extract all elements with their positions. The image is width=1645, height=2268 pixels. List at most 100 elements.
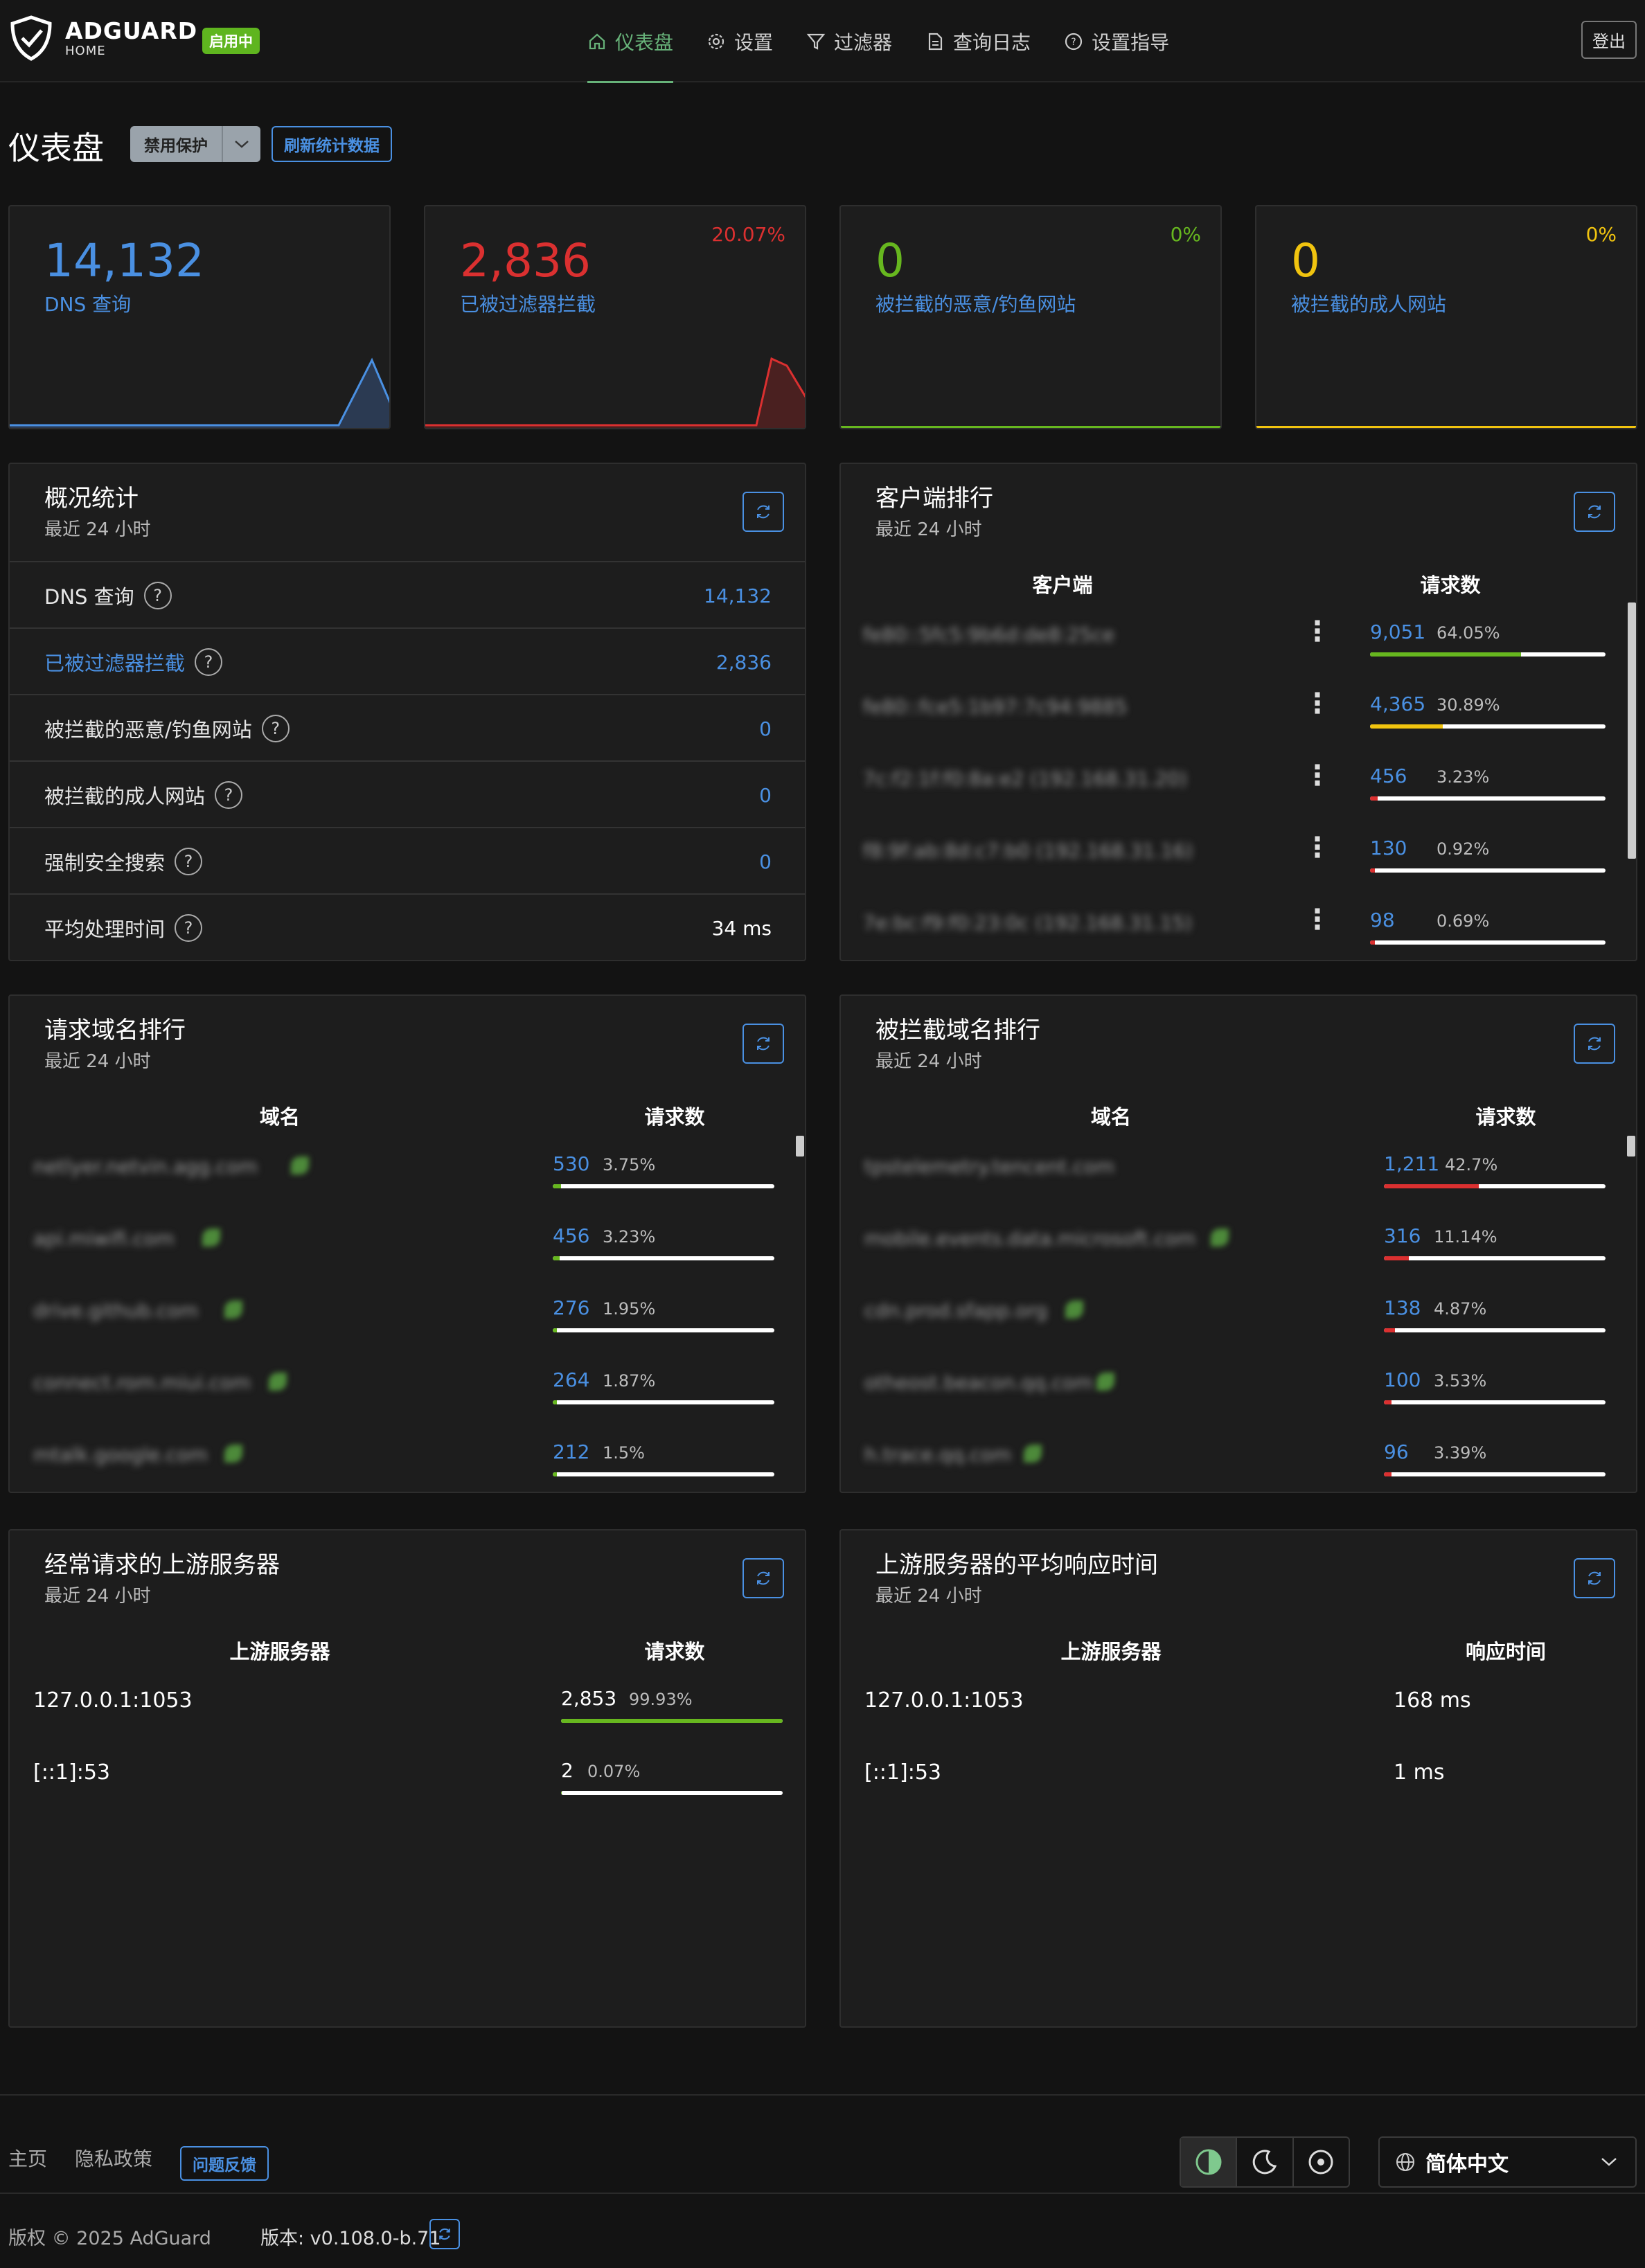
row-label: 平均处理时间? xyxy=(44,895,203,960)
domain-name[interactable]: mobile.events.data.microsoft.com xyxy=(864,1227,1195,1250)
theme-light-button[interactable] xyxy=(1294,2138,1349,2186)
more-options-icon[interactable]: ⋮ xyxy=(1304,762,1331,789)
domain-name[interactable]: otheost.beacon.qq.com xyxy=(864,1371,1093,1394)
help-icon[interactable]: ? xyxy=(195,648,223,676)
upstream-row: [::1]:53 2 0.07% xyxy=(10,1747,805,1819)
request-count: 9,051 xyxy=(1370,620,1426,643)
domain-name[interactable]: tpstelemetry.tencent.com xyxy=(864,1155,1114,1178)
nav-dashboard[interactable]: 仪表盘 xyxy=(587,0,674,83)
more-options-icon[interactable]: ⋮ xyxy=(1304,618,1331,645)
help-icon[interactable]: ? xyxy=(175,848,203,875)
refresh-button[interactable] xyxy=(1574,1024,1615,1064)
feedback-button[interactable]: 问题反馈 xyxy=(180,2146,269,2181)
upstream-address: [::1]:53 xyxy=(864,1760,941,1785)
moon-icon xyxy=(1252,2150,1277,2175)
refresh-button[interactable] xyxy=(1574,492,1615,532)
disable-protection-button[interactable]: 禁用保护 xyxy=(130,126,260,162)
domain-name[interactable]: api.miwifi.com xyxy=(33,1227,175,1250)
client-name[interactable]: fe80::fce5:1b97:7c94:9885 xyxy=(863,695,1128,718)
domain-row[interactable]: api.miwifi.com 456 3.23% xyxy=(10,1212,805,1284)
domain-row[interactable]: drive.github.com 276 1.95% xyxy=(10,1284,805,1356)
row-value: 14,132 xyxy=(704,584,772,607)
theme-auto-button[interactable] xyxy=(1181,2138,1238,2186)
more-options-icon[interactable]: ⋮ xyxy=(1304,834,1331,861)
usage-bar xyxy=(1384,1184,1606,1188)
refresh-button[interactable] xyxy=(743,1024,784,1064)
domain-row[interactable]: mobile.events.data.microsoft.com 316 11.14… xyxy=(841,1212,1636,1284)
footer-home-link[interactable]: 主页 xyxy=(8,2144,47,2172)
help-icon[interactable]: ? xyxy=(261,715,290,742)
request-count: 138 xyxy=(1384,1296,1421,1319)
domain-name[interactable]: mtalk.google.com xyxy=(33,1443,208,1466)
usage-bar xyxy=(553,1472,774,1476)
tracker-leaf-icon xyxy=(1024,1445,1042,1463)
request-percent: 0.69% xyxy=(1437,911,1490,931)
client-name[interactable]: 7c:f2:1f:f0:8a:e2 (192.168.31.20) xyxy=(863,767,1187,790)
disable-protection-label[interactable]: 禁用保护 xyxy=(130,126,223,162)
theme-dark-button[interactable] xyxy=(1237,2138,1294,2186)
client-name[interactable]: 7e:bc:f9:f0:23:0c (192.168.31.15) xyxy=(863,911,1192,934)
document-icon xyxy=(928,33,943,50)
logo-subtitle: HOME xyxy=(65,43,106,58)
disable-protection-dropdown[interactable] xyxy=(223,126,260,162)
nav-filters[interactable]: 过滤器 xyxy=(806,0,892,82)
request-percent: 0.92% xyxy=(1437,839,1490,859)
row-label[interactable]: 已被过滤器拦截? xyxy=(44,629,223,695)
sparkline-chart xyxy=(10,357,389,428)
row-value: 34 ms xyxy=(711,916,772,940)
row-label-text[interactable]: 已被过滤器拦截 xyxy=(44,648,185,677)
client-name[interactable]: f8:9f:ab:8d:c7:b0 (192.168.31.16) xyxy=(863,839,1193,862)
refresh-button[interactable] xyxy=(1574,1558,1615,1598)
client-row[interactable]: f8:9f:ab:8d:c7:b0 (192.168.31.16) ⋮ 130 0.9… xyxy=(841,824,1636,896)
contrast-icon xyxy=(1195,2149,1222,2175)
help-icon[interactable]: ? xyxy=(143,582,172,609)
domain-row[interactable]: h.trace.qq.com 96 3.39% xyxy=(841,1428,1636,1492)
stats-row-adult: 被拦截的成人网站? 0 xyxy=(10,760,805,827)
request-count: 130 xyxy=(1370,837,1407,859)
domain-row[interactable]: netlyer.netvin.agg.com 530 3.75% xyxy=(10,1140,805,1212)
check-updates-button[interactable] xyxy=(429,2219,460,2249)
logo[interactable]: ADGUARD HOME xyxy=(8,15,197,61)
domain-row[interactable]: mtalk.google.com 212 1.5% xyxy=(10,1428,805,1492)
card-title: 上游服务器的平均响应时间 xyxy=(875,1551,1158,1579)
client-row[interactable]: fe80::fce5:1b97:7c94:9885 ⋮ 4,365 30.89% xyxy=(841,680,1636,752)
domain-name[interactable]: drive.github.com xyxy=(33,1299,198,1322)
request-percent: 3.39% xyxy=(1434,1443,1487,1463)
row-label: 被拦截的恶意/钓鱼网站? xyxy=(44,695,290,762)
client-row[interactable]: 7c:f2:1f:f0:8a:e2 (192.168.31.20) ⋮ 456 3.2… xyxy=(841,752,1636,824)
upstream-address: 127.0.0.1:1053 xyxy=(33,1688,193,1713)
help-icon[interactable]: ? xyxy=(175,914,203,942)
logout-button[interactable]: 登出 xyxy=(1581,21,1637,59)
stat-value: 0 xyxy=(875,234,905,287)
client-row[interactable]: fe80::5fc5:9b6d:de8:25ce ⋮ 9,051 64.05% xyxy=(841,608,1636,680)
more-options-icon[interactable]: ⋮ xyxy=(1304,906,1331,934)
footer-privacy-link[interactable]: 隐私政策 xyxy=(75,2144,152,2172)
client-row[interactable]: 7e:bc:f9:f0:23:0c (192.168.31.15) ⋮ 98 0.69… xyxy=(841,896,1636,960)
domain-name[interactable]: cdn.prod.sfapp.org xyxy=(864,1299,1047,1322)
usage-bar xyxy=(1384,1328,1606,1332)
domain-row[interactable]: connect.rom.miui.com 264 1.87% xyxy=(10,1356,805,1428)
upstream-row: 127.0.0.1:1053 2,853 99.93% xyxy=(10,1675,805,1747)
refresh-button[interactable] xyxy=(743,1558,784,1598)
domain-row[interactable]: otheost.beacon.qq.com 100 3.53% xyxy=(841,1356,1636,1428)
domain-row[interactable]: cdn.prod.sfapp.org 138 4.87% xyxy=(841,1284,1636,1356)
domain-row[interactable]: tpstelemetry.tencent.com 1,211 42.7% xyxy=(841,1140,1636,1212)
refresh-button[interactable] xyxy=(743,492,784,532)
more-options-icon[interactable]: ⋮ xyxy=(1304,690,1331,717)
nav-setup-guide[interactable]: ? 设置指导 xyxy=(1064,0,1169,82)
nav-settings[interactable]: 设置 xyxy=(706,0,773,82)
version-text: 版本: v0.108.0-b.71 xyxy=(260,2228,441,2249)
stat-percent: 0% xyxy=(1585,223,1617,246)
request-percent: 1.5% xyxy=(603,1443,645,1463)
domain-name[interactable]: netlyer.netvin.agg.com xyxy=(33,1155,258,1178)
client-name[interactable]: fe80::5fc5:9b6d:de8:25ce xyxy=(863,623,1114,646)
request-percent: 1.87% xyxy=(603,1371,656,1391)
domain-name[interactable]: h.trace.qq.com xyxy=(864,1443,1011,1466)
refresh-stats-button[interactable]: 刷新统计数据 xyxy=(272,126,392,162)
help-icon[interactable]: ? xyxy=(215,781,243,809)
language-select[interactable]: 简体中文 xyxy=(1378,2136,1637,2188)
domain-name[interactable]: connect.rom.miui.com xyxy=(33,1371,251,1394)
nav-query-log[interactable]: 查询日志 xyxy=(925,0,1031,82)
card-subtitle: 最近 24 小时 xyxy=(44,1051,151,1072)
request-count: 100 xyxy=(1384,1368,1421,1391)
